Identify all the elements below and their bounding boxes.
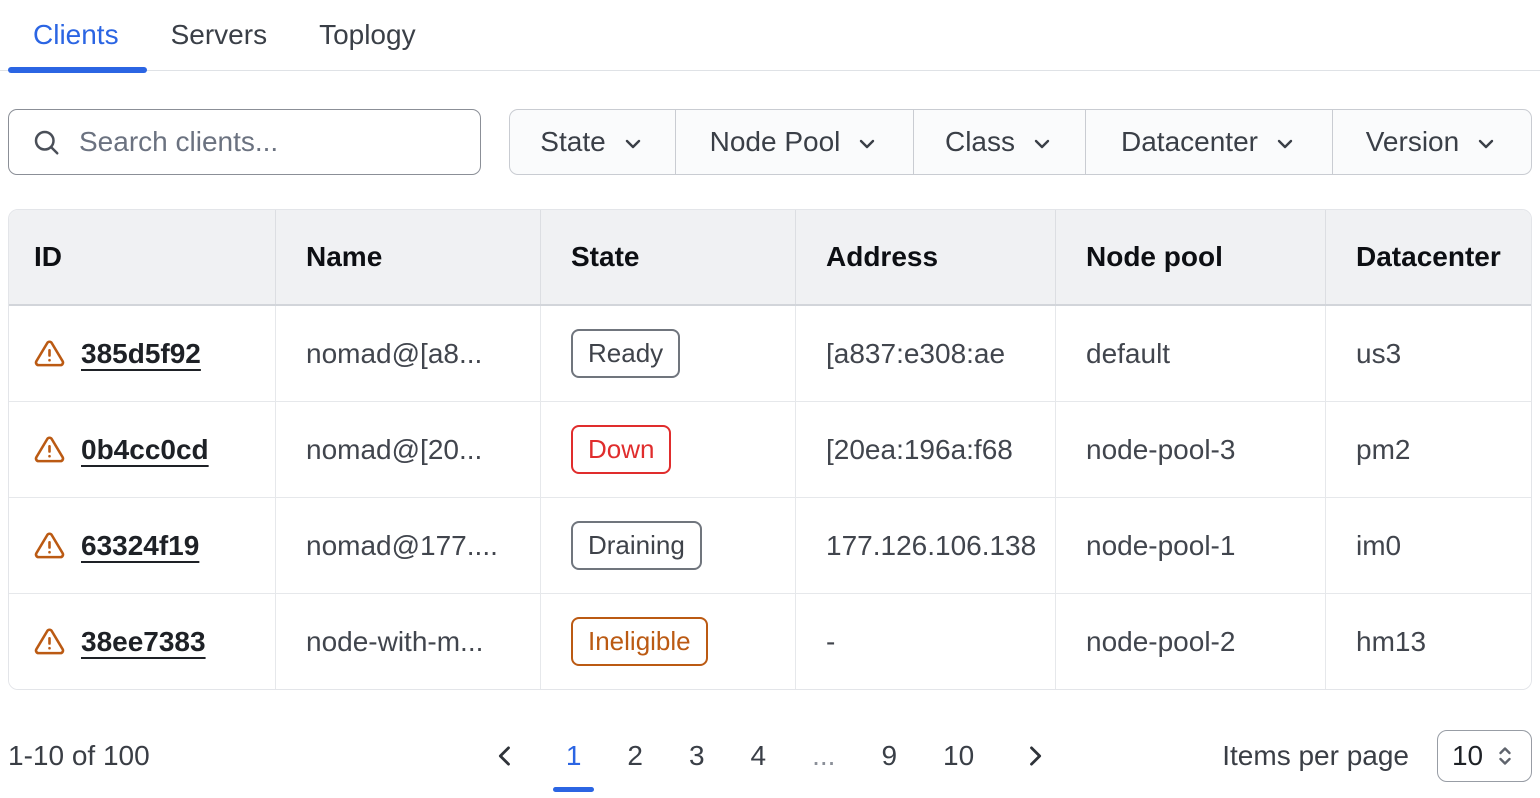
column-header-id: ID	[9, 210, 276, 304]
search-input[interactable]	[77, 125, 458, 159]
client-id-link[interactable]: 385d5f92	[81, 338, 201, 370]
column-header-datacenter: Datacenter	[1326, 210, 1531, 304]
chevron-down-icon	[855, 132, 879, 156]
filter-datacenter[interactable]: Datacenter	[1086, 110, 1333, 174]
state-badge: Ready	[571, 329, 680, 378]
id-cell: 38ee7383	[9, 594, 276, 689]
filter-state-label: State	[540, 126, 605, 158]
client-id-link[interactable]: 38ee7383	[81, 626, 206, 658]
warning-triangle-icon	[34, 626, 65, 657]
datacenter-cell: hm13	[1326, 594, 1531, 689]
filter-version-label: Version	[1366, 126, 1459, 158]
next-page-button[interactable]	[997, 742, 1073, 770]
chevron-down-icon	[1030, 132, 1054, 156]
address-cell: [a837:e308:ae	[796, 306, 1056, 401]
name-cell: nomad@[a8...	[276, 306, 541, 401]
pagination: 1 2 3 4 ... 9 10	[467, 740, 1073, 772]
chevron-down-icon	[1474, 132, 1498, 156]
tab-servers[interactable]: Servers	[171, 0, 267, 70]
search-box[interactable]	[8, 109, 481, 175]
node-pool-cell: node-pool-1	[1056, 498, 1326, 593]
datacenter-cell: pm2	[1326, 402, 1531, 497]
state-badge: Ineligible	[571, 617, 708, 666]
id-cell: 385d5f92	[9, 306, 276, 401]
tab-clients[interactable]: Clients	[33, 0, 119, 70]
address-cell: -	[796, 594, 1056, 689]
page-button-10[interactable]: 10	[920, 740, 997, 772]
warning-triangle-icon	[34, 530, 65, 561]
filter-state[interactable]: State	[510, 110, 676, 174]
page-button-4[interactable]: 4	[728, 740, 790, 772]
filter-group: State Node Pool Class Datacenter Version	[509, 109, 1532, 175]
tab-topology[interactable]: Toplogy	[319, 0, 416, 70]
clients-table: ID Name State Address Node pool Datacent…	[8, 209, 1532, 690]
state-cell: Draining	[541, 498, 796, 593]
node-pool-cell: default	[1056, 306, 1326, 401]
name-cell: node-with-m...	[276, 594, 541, 689]
table-row[interactable]: 63324f19 nomad@177.... Draining 177.126.…	[9, 497, 1531, 593]
column-header-state: State	[541, 210, 796, 304]
node-pool-cell: node-pool-2	[1056, 594, 1326, 689]
id-cell: 0b4cc0cd	[9, 402, 276, 497]
warning-triangle-icon	[34, 434, 65, 465]
chevron-down-icon	[621, 132, 645, 156]
warning-triangle-icon	[34, 338, 65, 369]
up-down-chevrons-icon	[1493, 744, 1517, 768]
page-button-2[interactable]: 2	[604, 740, 666, 772]
items-per-page-label: Items per page	[1222, 740, 1409, 772]
filter-class[interactable]: Class	[914, 110, 1086, 174]
id-cell: 63324f19	[9, 498, 276, 593]
filter-node-pool[interactable]: Node Pool	[676, 110, 914, 174]
page-button-3[interactable]: 3	[666, 740, 728, 772]
column-header-node-pool: Node pool	[1056, 210, 1326, 304]
prev-page-button[interactable]	[467, 742, 543, 770]
client-id-link[interactable]: 63324f19	[81, 530, 199, 562]
name-cell: nomad@177....	[276, 498, 541, 593]
results-range: 1-10 of 100	[8, 740, 467, 772]
datacenter-cell: im0	[1326, 498, 1531, 593]
tab-bar: Clients Servers Toplogy	[0, 0, 1540, 71]
table-row[interactable]: 0b4cc0cd nomad@[20... Down [20ea:196a:f6…	[9, 401, 1531, 497]
client-id-link[interactable]: 0b4cc0cd	[81, 434, 209, 466]
datacenter-cell: us3	[1326, 306, 1531, 401]
filter-version[interactable]: Version	[1333, 110, 1531, 174]
name-cell: nomad@[20...	[276, 402, 541, 497]
state-cell: Ineligible	[541, 594, 796, 689]
search-icon	[31, 127, 61, 157]
state-cell: Ready	[541, 306, 796, 401]
state-badge: Down	[571, 425, 671, 474]
column-header-name: Name	[276, 210, 541, 304]
address-cell: [20ea:196a:f68	[796, 402, 1056, 497]
address-cell: 177.126.106.138	[796, 498, 1056, 593]
filter-node-pool-label: Node Pool	[710, 126, 841, 158]
node-pool-cell: node-pool-3	[1056, 402, 1326, 497]
page-button-1[interactable]: 1	[543, 740, 605, 772]
pagination-ellipsis: ...	[789, 740, 858, 772]
table-row[interactable]: 385d5f92 nomad@[a8... Ready [a837:e308:a…	[9, 306, 1531, 401]
toolbar: State Node Pool Class Datacenter Version	[8, 109, 1532, 175]
chevron-right-icon	[1021, 742, 1049, 770]
page-button-9[interactable]: 9	[858, 740, 920, 772]
state-cell: Down	[541, 402, 796, 497]
filter-datacenter-label: Datacenter	[1121, 126, 1258, 158]
chevron-left-icon	[491, 742, 519, 770]
items-per-page-select[interactable]: 10	[1437, 730, 1532, 782]
table-header-row: ID Name State Address Node pool Datacent…	[9, 210, 1531, 306]
filter-class-label: Class	[945, 126, 1015, 158]
state-badge: Draining	[571, 521, 702, 570]
column-header-address: Address	[796, 210, 1056, 304]
chevron-down-icon	[1273, 132, 1297, 156]
items-per-page-value: 10	[1452, 740, 1483, 772]
table-footer: 1-10 of 100 1 2 3 4 ... 9 10 Items per p…	[8, 730, 1532, 782]
table-row[interactable]: 38ee7383 node-with-m... Ineligible - nod…	[9, 593, 1531, 689]
